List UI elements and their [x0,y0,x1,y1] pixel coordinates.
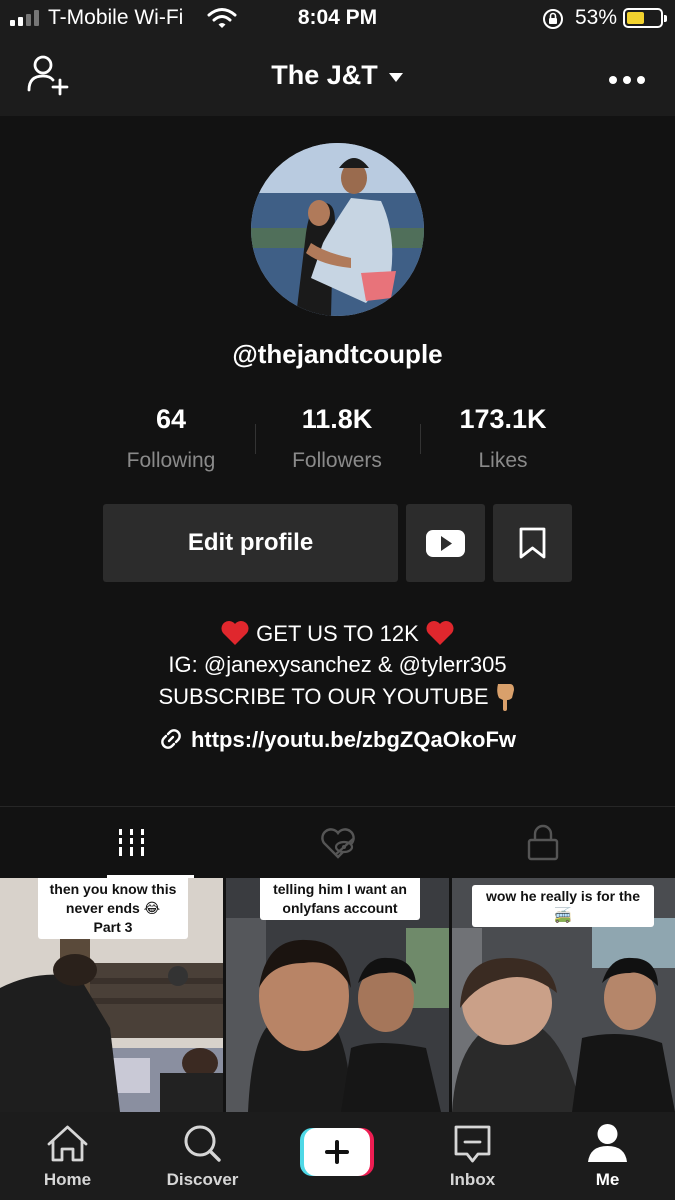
video-thumbnail[interactable]: then you know this never ends 😂 Part 3 [0,878,223,1112]
video-grid: then you know this never ends 😂 Part 3 tel… [0,878,675,1112]
video-caption: then you know this never ends 😂 Part 3 [38,878,188,939]
nav-home[interactable]: Home [0,1112,135,1200]
favorites-button[interactable] [493,504,572,582]
bio-line-2: IG: @janexysanchez & @tylerr305 [168,652,507,677]
likes-count: 173.1K [459,404,547,434]
youtube-icon [426,530,465,557]
nav-label: Home [43,1170,92,1189]
battery-icon [623,8,667,28]
nav-me[interactable]: Me [540,1112,675,1200]
nav-discover[interactable]: Discover [135,1112,270,1200]
account-switcher[interactable]: The J&T [0,60,675,91]
tab-liked[interactable] [225,807,450,879]
stats-row: 64 Following 11.8K Followers 173.1K Like… [0,404,675,474]
following-count: 64 [155,404,187,434]
tab-private[interactable] [431,807,656,879]
username: @thejandtcouple [232,339,443,369]
followers-label: Followers [292,449,382,472]
create-video-button[interactable] [300,1128,374,1176]
video-thumbnail[interactable]: telling him I want an onlyfans account [226,878,449,1112]
video-caption: wow he really is for the 🚎 [472,885,654,927]
pointing-down-icon [496,684,514,711]
liked-private-icon [321,828,355,859]
caption-line: then you know this [49,881,177,897]
profile-icon [588,1124,627,1162]
following-label: Following [126,449,216,472]
link-icon [161,729,181,749]
video-thumbnail[interactable]: wow he really is for the 🚎 [452,878,675,1112]
nav-label: Discover [166,1170,239,1189]
bookmark-icon [519,527,546,559]
followers-stat[interactable]: 11.8K Followers [252,404,422,473]
profile-link[interactable]: https://youtu.be/zbgZQaOkoFw [0,727,675,753]
clock: 8:04 PM [297,6,378,29]
bottom-nav: Home Discover Inbox Me [0,1112,675,1200]
home-icon [47,1125,88,1162]
plus-icon [300,1128,374,1176]
followers-count: 11.8K [301,404,373,434]
rotation-lock-icon [543,9,563,29]
avatar[interactable] [251,143,424,316]
caption-line: 🚎 [554,907,572,923]
caption-line: never ends 😂 [65,900,161,916]
likes-stat[interactable]: 173.1K Likes [418,404,588,473]
caption-line: telling him I want an [273,881,407,897]
profile-header: The J&T [0,36,675,116]
bio-text-1: GET US TO 12K [256,621,419,646]
caption-line: wow he really is for the [485,888,641,904]
battery-percent: 53% [574,6,617,29]
tab-videos[interactable] [19,807,244,879]
nav-label: Inbox [449,1170,496,1189]
bio-line-1: GET US TO 12K [0,620,675,647]
nav-label: Me [595,1170,620,1189]
chevron-down-icon [388,72,403,82]
link-text: https://youtu.be/zbgZQaOkoFw [190,727,517,752]
content-tabs [0,806,675,878]
red-heart-icon [426,621,454,645]
lock-icon [527,824,559,861]
bio-line-3: SUBSCRIBE TO OUR YOUTUBE [0,682,675,712]
nav-inbox[interactable]: Inbox [405,1112,540,1200]
search-icon [184,1125,221,1162]
status-bar: T-Mobile Wi-Fi 8:04 PM 53% [0,0,675,36]
videos-grid-icon [119,829,144,856]
bio-text-3: SUBSCRIBE TO OUR YOUTUBE [158,684,489,709]
edit-profile-button[interactable]: Edit profile [103,504,398,582]
inbox-icon [454,1125,491,1163]
more-icon[interactable] [603,71,645,89]
video-caption: telling him I want an onlyfans account [260,878,420,920]
red-heart-icon [221,621,249,645]
page-title: The J&T [271,60,378,90]
likes-label: Likes [478,449,528,472]
youtube-button[interactable] [406,504,485,582]
caption-line: onlyfans account [282,900,398,916]
following-stat[interactable]: 64 Following [86,404,256,473]
caption-line: Part 3 [93,919,133,935]
